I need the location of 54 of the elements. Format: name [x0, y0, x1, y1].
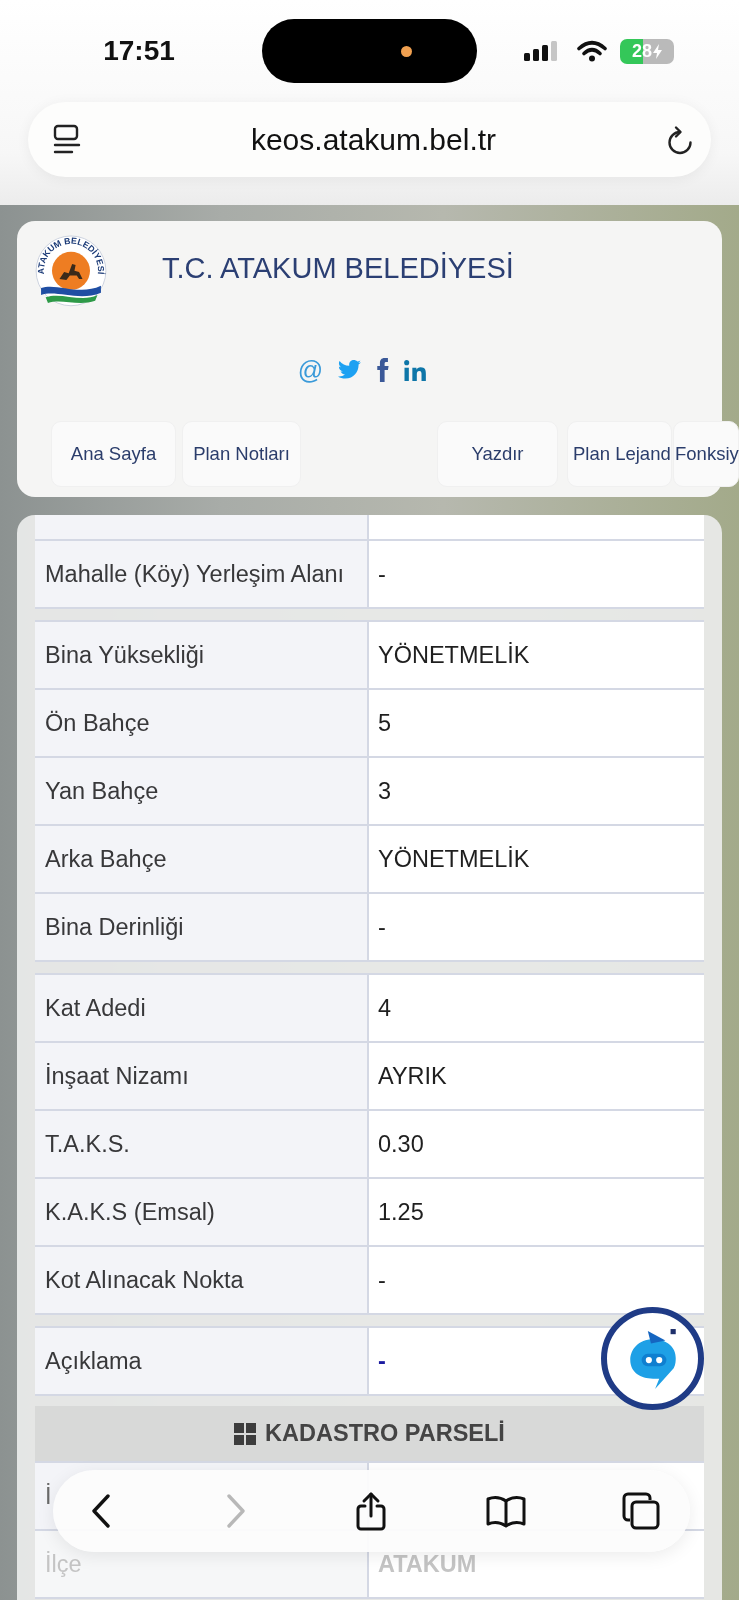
nav-button[interactable]: Fonksiy [673, 421, 739, 487]
value-cell: - [369, 894, 704, 960]
label-cell: Açıklama [35, 1328, 369, 1394]
linkedin-link[interactable] [404, 359, 427, 381]
signal-icon [524, 41, 559, 61]
open-book-icon [485, 1494, 527, 1528]
value-cell: 1.25 [369, 1179, 704, 1245]
label-cell: Bina Yüksekliği [35, 622, 369, 688]
address-bar[interactable]: keos.atakum.bel.tr [28, 102, 711, 177]
bird-icon [338, 359, 363, 381]
tabs-button[interactable] [620, 1490, 662, 1532]
nav-button[interactable]: Plan Lejand [567, 421, 672, 487]
site-title: T.C. ATAKUM BELEDİYESİ [162, 251, 514, 285]
share-icon [354, 1491, 388, 1531]
grid-icon [234, 1422, 257, 1445]
charging-bolt-icon [653, 43, 662, 59]
value-cell: - [369, 1247, 704, 1313]
value-cell: 3 [369, 758, 704, 824]
label-cell: K.A.K.S (Emsal) [35, 1179, 369, 1245]
value-cell: - [369, 541, 704, 607]
value-cell: 0.30 [369, 1111, 704, 1177]
facebook-link[interactable] [377, 358, 390, 382]
section-title: KADASTRO PARSELİ [265, 1420, 505, 1447]
label-cell: Bina Derinliği [35, 894, 369, 960]
value-cell: YÖNETMELİK [369, 622, 704, 688]
chevron-right-icon [226, 1494, 246, 1528]
wifi-icon [577, 40, 607, 62]
label-cell: Ön Bahçe [35, 690, 369, 756]
url-text: keos.atakum.bel.tr [249, 122, 498, 157]
reload-icon [666, 124, 694, 155]
linkedin-icon [404, 359, 427, 381]
facebook-icon [377, 358, 390, 382]
label-cell: Yan Bahçe [35, 758, 369, 824]
value-cell: 5 [369, 690, 704, 756]
label-cell: Kat Adedi [35, 975, 369, 1041]
label-cell: Mahalle (Köy) Yerleşim Alanı [35, 541, 369, 607]
cut-off-label: İ [45, 1482, 52, 1510]
page-menu-icon [53, 124, 81, 155]
indicator-dot-icon [401, 46, 412, 57]
clock-time: 17:51 [103, 35, 175, 67]
label-cell: İnşaat Nizamı [35, 1043, 369, 1109]
value-cell: YÖNETMELİK [369, 826, 704, 892]
label-cell: Arka Bahçe [35, 826, 369, 892]
tabs-icon [621, 1491, 661, 1531]
label-cell: Kot Alınacak Nokta [35, 1247, 369, 1313]
value-cell: AYRIK [369, 1043, 704, 1109]
nav-button[interactable]: Ana Sayfa [51, 421, 176, 487]
value-cell: 4 [369, 975, 704, 1041]
nav-button[interactable]: Yazdır [437, 421, 558, 487]
label-cell: T.A.K.S. [35, 1111, 369, 1177]
nav-button[interactable]: Plan Notları [182, 421, 301, 487]
twitter-link[interactable] [338, 359, 363, 381]
chevron-left-icon [91, 1494, 111, 1528]
description-link[interactable]: - [378, 1347, 386, 1375]
